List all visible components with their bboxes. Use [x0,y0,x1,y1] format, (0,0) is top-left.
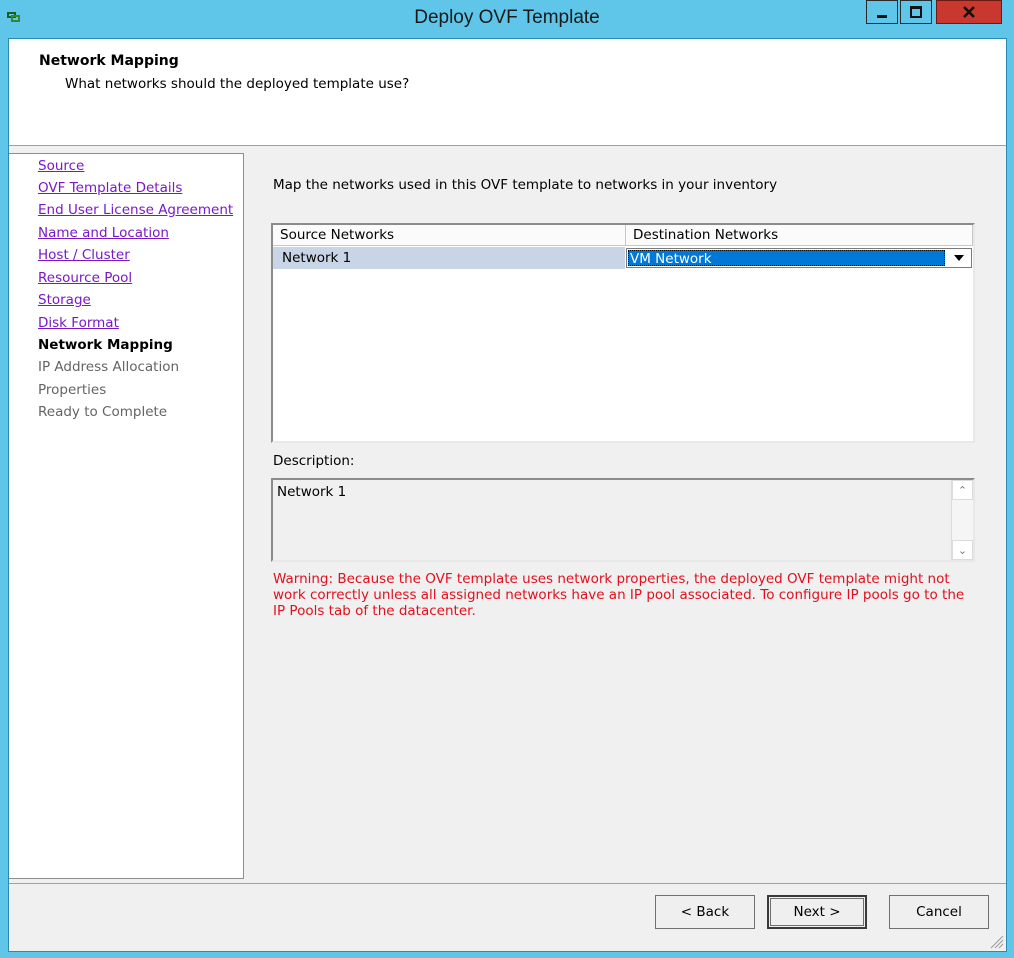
description-text: Network 1 [277,484,347,500]
resize-grip-icon[interactable] [988,933,1004,949]
destination-network-dropdown[interactable]: VM Network [626,248,972,268]
page-title: Network Mapping [39,53,179,69]
title-bar[interactable]: Deploy OVF Template [0,0,1014,38]
close-button[interactable] [936,0,1002,24]
scroll-down-button[interactable]: ⌄ [952,540,973,560]
nav-item-storage[interactable]: Storage [38,292,91,308]
footer-divider [9,883,1006,884]
nav-item-network-mapping: Network Mapping [38,337,173,353]
warning-message: Warning: Because the OVF template uses n… [273,571,965,619]
nav-item-ovf-template-details[interactable]: OVF Template Details [38,180,182,196]
nav-item-source[interactable]: Source [38,158,84,174]
scroll-up-button[interactable]: ⌃ [952,480,973,500]
chevron-down-icon: ⌄ [957,543,968,557]
minimize-button[interactable] [866,0,898,24]
description-textbox[interactable]: Network 1 ⌃ ⌄ [271,478,975,562]
column-header-source-networks[interactable]: Source Networks [273,225,626,246]
cancel-button[interactable]: Cancel [889,895,989,929]
chevron-up-icon: ⌃ [957,483,968,497]
nav-item-ip-address-allocation: IP Address Allocation [38,359,180,375]
minimize-icon [877,14,887,18]
next-button[interactable]: Next > [767,895,867,929]
next-button-label: Next > [770,898,864,926]
nav-item-disk-format[interactable]: Disk Format [38,315,119,331]
column-header-destination-networks[interactable]: Destination Networks [626,225,973,246]
network-mapping-table[interactable]: Source Networks Destination Networks Net… [271,223,975,443]
nav-item-eula[interactable]: End User License Agreement [38,202,233,218]
description-label: Description: [273,453,355,469]
source-network-cell[interactable]: Network 1 [273,247,625,269]
dropdown-arrow-button[interactable] [948,250,970,266]
table-row[interactable]: Network 1 VM Network [273,247,973,269]
deploy-ovf-window: Deploy OVF Template Network Mapping What… [0,0,1014,958]
window-title: Deploy OVF Template [414,7,600,28]
nav-item-resource-pool[interactable]: Resource Pool [38,270,132,286]
dialog-client: Network Mapping What networks should the… [8,38,1007,952]
nav-item-properties: Properties [38,382,107,398]
nav-item-ready-to-complete: Ready to Complete [38,404,168,420]
back-button[interactable]: < Back [655,895,755,929]
intro-text: Map the networks used in this OVF templa… [273,177,778,193]
chevron-down-icon [954,255,964,261]
destination-network-value[interactable]: VM Network [628,250,945,267]
maximize-button[interactable] [900,0,932,24]
wizard-header: Network Mapping What networks should the… [9,39,1006,146]
nav-item-host-cluster[interactable]: Host / Cluster [38,247,130,263]
maximize-icon [910,6,922,18]
close-icon [963,6,975,18]
description-scrollbar[interactable]: ⌃ ⌄ [951,480,973,560]
nav-item-name-and-location[interactable]: Name and Location [38,225,169,241]
page-subtitle: What networks should the deployed templa… [65,76,410,92]
wizard-steps-nav: Source OVF Template Details End User Lic… [9,153,244,879]
